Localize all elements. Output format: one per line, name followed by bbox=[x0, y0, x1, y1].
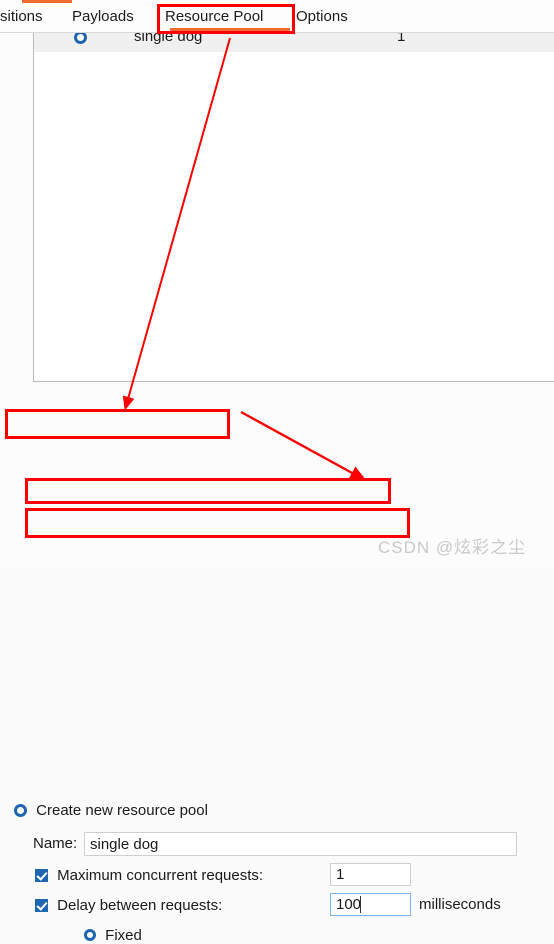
tab-positions[interactable]: sitions bbox=[0, 0, 43, 33]
radio-icon bbox=[84, 929, 96, 942]
tab-bar: sitions Payloads Resource Pool Options bbox=[0, 0, 554, 33]
max-concurrent-requests-option[interactable]: Maximum concurrent requests: bbox=[35, 866, 263, 884]
row-select-radio[interactable] bbox=[74, 33, 87, 47]
create-new-pool-label: Create new resource pool bbox=[36, 801, 208, 819]
burp-intruder-resource-pool-window: sitions Payloads Resource Pool Options s… bbox=[0, 0, 554, 944]
create-new-pool-option[interactable]: Create new resource pool bbox=[14, 801, 208, 819]
pool-name-input[interactable] bbox=[84, 832, 517, 856]
tab-payloads-label: Payloads bbox=[72, 8, 134, 25]
table-row[interactable]: single dog 1 bbox=[34, 33, 554, 52]
tab-resource-pool[interactable]: Resource Pool bbox=[165, 0, 290, 33]
pool-name-label-text: Name: bbox=[33, 835, 78, 852]
delay-between-requests-input[interactable] bbox=[330, 893, 411, 916]
delay-fixed-label: Fixed bbox=[105, 926, 142, 944]
row-max-requests: 1 bbox=[397, 33, 406, 45]
radio-icon bbox=[14, 803, 27, 817]
tab-resource-pool-label: Resource Pool bbox=[165, 8, 264, 25]
row-pool-name: single dog bbox=[134, 33, 203, 45]
delay-between-requests-label: Delay between requests: bbox=[57, 896, 223, 914]
delay-fixed-option[interactable]: Fixed bbox=[84, 926, 142, 944]
delay-between-requests-option[interactable]: Delay between requests: bbox=[35, 896, 222, 914]
tab-positions-label: sitions bbox=[0, 8, 43, 25]
delay-unit-label: milliseconds bbox=[419, 896, 501, 913]
tab-options[interactable]: Options bbox=[296, 0, 348, 33]
resource-pool-list-panel: single dog 1 bbox=[33, 33, 554, 382]
tab-payloads[interactable]: Payloads bbox=[72, 0, 134, 33]
text-caret bbox=[360, 896, 361, 913]
checkbox-icon[interactable] bbox=[35, 868, 48, 882]
tab-resource-pool-underline bbox=[170, 28, 290, 31]
tab-options-label: Options bbox=[296, 8, 348, 25]
max-concurrent-requests-label: Maximum concurrent requests: bbox=[57, 866, 264, 884]
max-concurrent-requests-input[interactable] bbox=[330, 863, 411, 886]
radio-icon bbox=[74, 33, 87, 45]
csdn-watermark: CSDN @炫彩之尘 bbox=[378, 538, 527, 557]
pool-name-label: Name: bbox=[33, 835, 77, 852]
checkbox-icon[interactable] bbox=[35, 898, 48, 912]
